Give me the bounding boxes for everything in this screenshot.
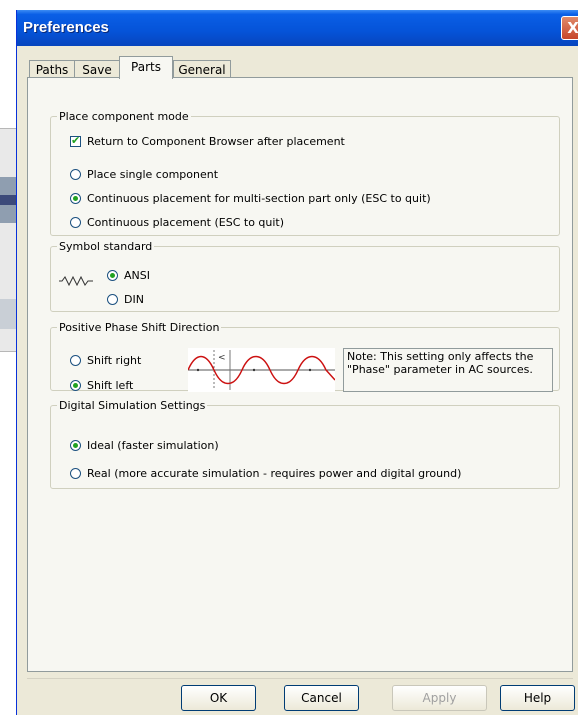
background-window-strip: [0, 195, 16, 205]
background-window-strip: [0, 299, 16, 329]
tab-parts[interactable]: Parts: [119, 56, 173, 79]
radio-label: ANSI: [124, 269, 150, 282]
radio-button[interactable]: [70, 468, 81, 479]
radio-place-single[interactable]: Place single component: [70, 168, 218, 181]
tab-paths[interactable]: Paths: [29, 60, 75, 78]
radio-button[interactable]: [70, 380, 81, 391]
background-window: [0, 128, 16, 352]
radio-ansi[interactable]: ANSI: [107, 269, 150, 282]
radio-button[interactable]: [70, 355, 81, 366]
checkbox-box[interactable]: ✔: [70, 134, 81, 147]
radio-label: Shift left: [87, 379, 134, 392]
return-to-browser-checkbox[interactable]: ✔ Return to Component Browser after plac…: [70, 134, 345, 148]
resistor-symbol-icon: [59, 275, 93, 287]
radio-continuous-placement[interactable]: Continuous placement (ESC to quit): [70, 216, 284, 229]
radio-continuous-multi-section[interactable]: Continuous placement for multi-section p…: [70, 192, 431, 205]
tab-save[interactable]: Save: [74, 60, 120, 78]
close-button[interactable]: X: [561, 16, 578, 40]
radio-label: Ideal (faster simulation): [87, 439, 219, 452]
group-legend: Digital Simulation Settings: [59, 399, 206, 412]
apply-button[interactable]: Apply: [392, 685, 487, 711]
digital-simulation-group: Digital Simulation Settings Ideal (faste…: [50, 399, 560, 489]
checkbox-label: Return to Component Browser after placem…: [87, 135, 345, 148]
phase-shift-group: Positive Phase Shift Direction Shift rig…: [50, 321, 560, 392]
radio-button[interactable]: [70, 169, 81, 180]
window-title: Preferences: [23, 19, 109, 36]
title-bar[interactable]: Preferences X: [17, 10, 578, 46]
radio-label: Continuous placement for multi-section p…: [87, 192, 431, 205]
radio-label: Continuous placement (ESC to quit): [87, 216, 285, 229]
radio-label: DIN: [124, 293, 144, 306]
group-legend: Place component mode: [59, 110, 189, 123]
radio-button[interactable]: [107, 270, 118, 281]
phase-note-box: Note: This setting only affects the "Pha…: [343, 348, 553, 392]
radio-button[interactable]: [107, 294, 118, 305]
help-button[interactable]: Help: [500, 685, 575, 711]
svg-text:<: <: [218, 353, 226, 363]
parts-tab-panel: Place component mode ✔ Return to Compone…: [27, 77, 573, 672]
tab-general[interactable]: General: [173, 60, 231, 78]
radio-ideal[interactable]: Ideal (faster simulation): [70, 439, 219, 452]
button-separator: [27, 678, 573, 679]
cancel-button[interactable]: Cancel: [284, 685, 359, 711]
radio-din[interactable]: DIN: [107, 293, 144, 306]
checkmark-icon: ✔: [71, 134, 81, 147]
place-component-group: Place component mode ✔ Return to Compone…: [50, 110, 560, 236]
radio-label: Place single component: [87, 168, 219, 181]
ok-button[interactable]: OK: [181, 685, 256, 711]
radio-shift-right[interactable]: Shift right: [70, 354, 141, 367]
group-legend: Positive Phase Shift Direction: [59, 321, 220, 334]
radio-label: Shift right: [87, 354, 142, 367]
group-legend: Symbol standard: [59, 240, 153, 253]
phase-shift-waveform-icon: <: [188, 348, 335, 392]
radio-label: Real (more accurate simulation - require…: [87, 467, 462, 480]
symbol-standard-group: Symbol standard ANSI DIN: [50, 240, 560, 312]
radio-shift-left[interactable]: Shift left: [70, 379, 133, 392]
preferences-dialog: Preferences X Paths Save Parts General P…: [16, 10, 578, 715]
radio-button[interactable]: [70, 193, 81, 204]
close-icon: X: [567, 19, 578, 37]
radio-real[interactable]: Real (more accurate simulation - require…: [70, 467, 461, 480]
radio-button[interactable]: [70, 217, 81, 228]
phase-note-text: Note: This setting only affects the "Pha…: [347, 350, 534, 376]
radio-button[interactable]: [70, 440, 81, 451]
